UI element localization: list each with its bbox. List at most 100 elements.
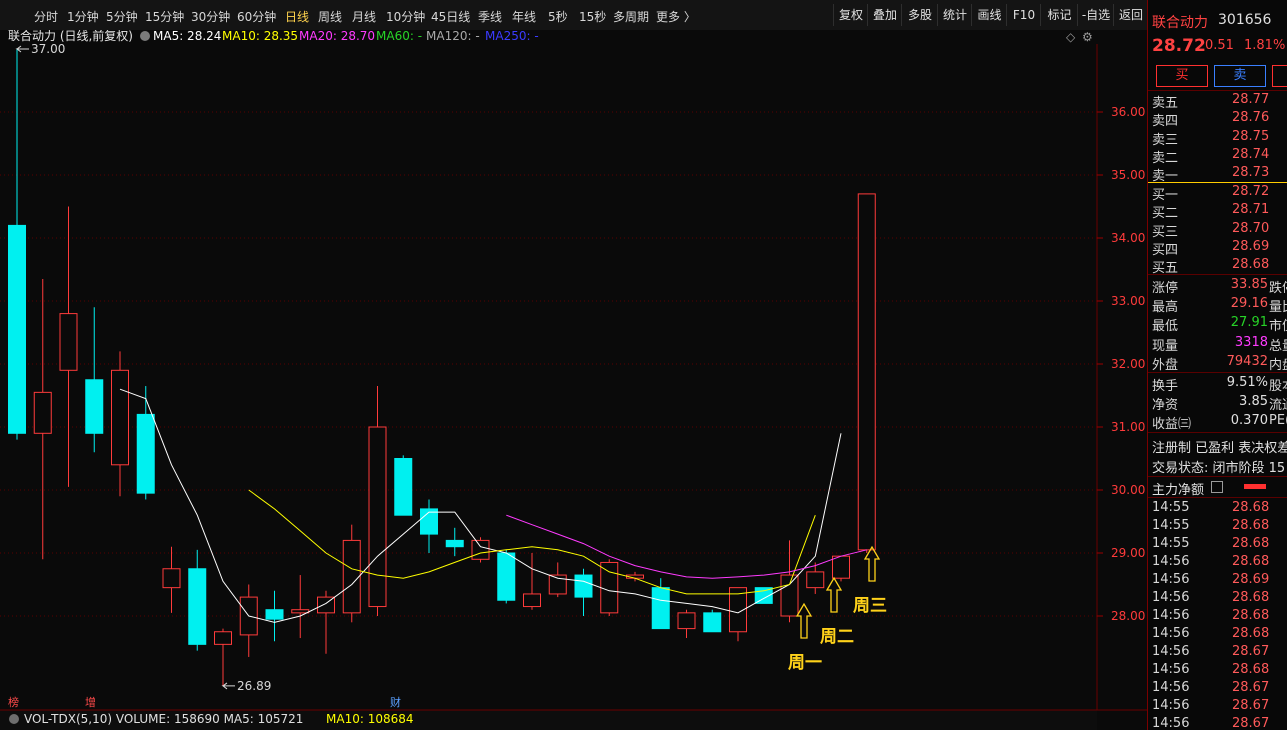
last-price: 28.72 bbox=[1152, 36, 1206, 56]
settings-icon[interactable]: ⚙ bbox=[1082, 30, 1093, 44]
toolbar-button-5[interactable]: F10 bbox=[1006, 4, 1041, 26]
y-tick-label: 28.00 bbox=[1111, 609, 1145, 623]
panel-more-button[interactable] bbox=[1272, 65, 1287, 87]
y-tick-label: 31.00 bbox=[1111, 420, 1145, 434]
candle-body bbox=[291, 609, 310, 614]
period-tab-6[interactable]: 日线 bbox=[285, 8, 309, 25]
period-tab-16[interactable]: 更多 〉 bbox=[656, 8, 696, 25]
tick-time: 14:56 bbox=[1152, 716, 1190, 730]
period-tab-11[interactable]: 季线 bbox=[478, 8, 502, 25]
bids-price: 28.69 bbox=[1232, 238, 1270, 254]
candle-body bbox=[600, 561, 619, 614]
sell-button[interactable]: 卖 bbox=[1214, 65, 1266, 87]
y-tick-label: 32.00 bbox=[1111, 357, 1145, 371]
stat-label: 净资 bbox=[1152, 398, 1179, 413]
tick-row: 14:55 28.68 bbox=[1152, 518, 1287, 536]
period-toolbar: 分时 1分钟 5分钟 15分钟 30分钟 60分钟 日线 周线 月线 10分钟 45日线 季线 年线 5秒… bbox=[0, 0, 1147, 31]
period-tab-15[interactable]: 多周期 bbox=[613, 8, 649, 25]
stat-extra: 市值 bbox=[1269, 319, 1287, 335]
bids-row: 买五 28.68 bbox=[1152, 257, 1287, 276]
stat-label: 现量 bbox=[1152, 338, 1179, 354]
stat-value: 29.16 bbox=[1230, 296, 1268, 312]
candle-body bbox=[59, 313, 78, 371]
asks-row: 卖四 28.76 bbox=[1152, 110, 1287, 129]
tick-row: 14:56 28.67 bbox=[1152, 698, 1287, 716]
toolbar-button-0[interactable]: 复权 bbox=[833, 4, 868, 26]
toolbar-button-7[interactable]: -自选 bbox=[1077, 4, 1114, 26]
candle-body bbox=[471, 539, 490, 560]
candle-body bbox=[857, 193, 876, 551]
list-icon[interactable] bbox=[1211, 481, 1223, 493]
stat-value: 33.85 bbox=[1230, 277, 1268, 292]
tick-time: 14:56 bbox=[1152, 662, 1190, 677]
trade-status: 交易状态: 闭市阶段 15 bbox=[1152, 461, 1286, 476]
period-tab-0[interactable]: 分时 bbox=[34, 8, 58, 25]
toolbar-button-3[interactable]: 统计 bbox=[937, 4, 972, 26]
period-tab-4[interactable]: 30分钟 bbox=[191, 8, 230, 25]
tick-price: 28.69 bbox=[1232, 572, 1270, 587]
tick-row: 14:56 28.68 bbox=[1152, 554, 1287, 572]
period-tab-3[interactable]: 15分钟 bbox=[145, 8, 184, 25]
tick-price: 28.68 bbox=[1232, 536, 1270, 551]
stat-value: 27.91 bbox=[1230, 315, 1268, 331]
stat-row: 最低 27.91市值 bbox=[1152, 315, 1287, 334]
bids-label: 买一 bbox=[1152, 188, 1179, 203]
asks-price: 28.74 bbox=[1232, 146, 1270, 162]
candle-body bbox=[188, 568, 207, 645]
period-tab-5[interactable]: 60分钟 bbox=[237, 8, 276, 25]
y-tick-label: 33.00 bbox=[1111, 294, 1145, 308]
period-tab-10[interactable]: 45日线 bbox=[431, 8, 470, 25]
tick-time: 14:56 bbox=[1152, 626, 1190, 641]
candle bbox=[497, 549, 516, 604]
tick-time: 14:56 bbox=[1152, 698, 1190, 713]
weekday-annotation: 周三 bbox=[853, 596, 887, 616]
toolbar-button-2[interactable]: 多股 bbox=[901, 4, 938, 26]
asks-price: 28.77 bbox=[1232, 92, 1270, 107]
candle-body bbox=[265, 609, 284, 620]
period-tab-9[interactable]: 10分钟 bbox=[386, 8, 425, 25]
candlestick-chart: 联合动力 (日线,前复权) MA5: 28.24 MA10: 28.35 MA20:… bbox=[0, 30, 1147, 730]
candle-body bbox=[162, 568, 181, 589]
bids-price: 28.71 bbox=[1232, 202, 1270, 218]
toolbar-button-1[interactable]: 叠加 bbox=[867, 4, 902, 26]
weekday-annotation: 周一 bbox=[788, 653, 822, 673]
stat-value: 79432 bbox=[1226, 353, 1268, 369]
tick-time: 14:55 bbox=[1152, 536, 1190, 551]
tick-price: 28.68 bbox=[1232, 662, 1270, 677]
buy-button[interactable]: 买 bbox=[1156, 65, 1208, 87]
chart-title: 联合动力 (日线,前复权) bbox=[8, 30, 133, 43]
bids-row: 买一 28.72 bbox=[1152, 184, 1287, 203]
period-tab-7[interactable]: 周线 bbox=[318, 8, 342, 25]
period-tab-13[interactable]: 5秒 bbox=[548, 8, 568, 25]
candle-body bbox=[677, 612, 696, 630]
diamond-icon[interactable]: ◇ bbox=[1066, 30, 1076, 44]
bids-price: 28.68 bbox=[1232, 257, 1270, 273]
tick-time: 14:56 bbox=[1152, 554, 1190, 569]
tick-time: 14:56 bbox=[1152, 590, 1190, 605]
stat-extra: 股本 bbox=[1269, 379, 1287, 394]
period-tab-14[interactable]: 15秒 bbox=[579, 8, 606, 25]
period-tab-1[interactable]: 1分钟 bbox=[67, 8, 99, 25]
asks-row: 卖三 28.75 bbox=[1152, 129, 1287, 148]
volume-toggle-icon[interactable] bbox=[9, 714, 19, 724]
tick-price: 28.68 bbox=[1232, 590, 1270, 605]
period-tab-8[interactable]: 月线 bbox=[352, 8, 376, 25]
bids-label: 买三 bbox=[1152, 224, 1179, 240]
toolbar-button-8[interactable]: 返回 bbox=[1113, 4, 1148, 26]
stat-extra: 总量 bbox=[1269, 338, 1287, 354]
stock-name: 联合动力 bbox=[1152, 15, 1208, 31]
stat-row: 收益㈢ 0.370PE( bbox=[1152, 413, 1287, 432]
stat-value: 9.51% bbox=[1226, 375, 1268, 390]
tick-price: 28.68 bbox=[1232, 554, 1270, 569]
legend-toggle-icon[interactable] bbox=[140, 31, 150, 41]
tick-row: 14:56 28.67 bbox=[1152, 680, 1287, 698]
candle-body bbox=[780, 574, 799, 617]
y-tick-label: 34.00 bbox=[1111, 231, 1145, 245]
tick-row: 14:56 28.68 bbox=[1152, 626, 1287, 644]
toolbar-button-6[interactable]: 标记 bbox=[1040, 4, 1078, 26]
period-tab-12[interactable]: 年线 bbox=[512, 8, 536, 25]
period-tab-2[interactable]: 5分钟 bbox=[106, 8, 138, 25]
candle-body bbox=[368, 426, 387, 608]
asks-row: 卖二 28.74 bbox=[1152, 146, 1287, 166]
toolbar-button-4[interactable]: 画线 bbox=[971, 4, 1007, 26]
